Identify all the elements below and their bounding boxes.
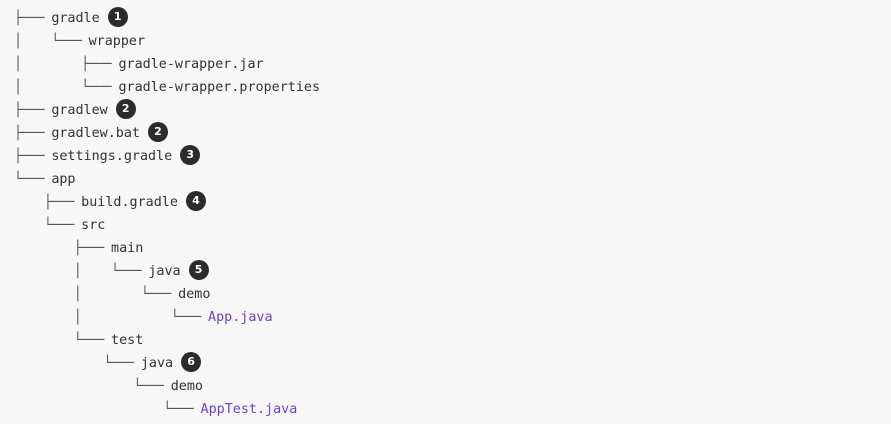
tree-row: ├─── settings.gradle 3: [14, 145, 201, 168]
file-name: gradle-wrapper.properties: [118, 80, 321, 95]
tree-row: │ └─── wrapper: [14, 30, 145, 53]
tree-branch-connector: ├───: [14, 126, 52, 141]
directory-name: gradle: [51, 11, 100, 26]
tree-row: └─── src: [14, 214, 106, 237]
tree-branch-connector: ├───: [14, 241, 112, 256]
directory-name: wrapper: [88, 34, 146, 49]
tree-row: ├─── gradle 1: [14, 7, 128, 30]
callout-number-badge: 3: [180, 145, 201, 165]
file-name: gradlew.bat: [51, 126, 140, 141]
tree-branch-connector: └───: [14, 218, 82, 233]
tree-branch-connector: ├───: [14, 11, 52, 26]
tree-row: └─── app: [14, 168, 76, 191]
tree-branch-connector: │ └───: [14, 264, 149, 279]
directory-name: test: [111, 333, 144, 348]
file-name: settings.gradle: [51, 149, 173, 164]
directory-name: demo: [178, 287, 211, 302]
tree-branch-connector: └───: [14, 333, 112, 348]
tree-branch-connector: │ └───: [14, 34, 89, 49]
file-name: build.gradle: [81, 195, 178, 210]
callout-number-badge: 4: [185, 191, 206, 211]
tree-row: ├─── main: [14, 237, 144, 260]
tree-row: └─── java 6: [14, 352, 202, 375]
file-name: AppTest.java: [200, 402, 298, 417]
callout-number-badge: 1: [107, 7, 128, 27]
directory-name: app: [51, 172, 76, 187]
tree-branch-connector: └───: [14, 402, 201, 417]
file-name: gradle-wrapper.jar: [118, 57, 264, 72]
tree-row: ├─── build.gradle 4: [14, 191, 206, 214]
tree-branch-connector: │ └───: [14, 287, 179, 302]
directory-name: java: [148, 264, 181, 279]
tree-row: ├─── gradlew 2: [14, 99, 136, 122]
project-file-tree: ├─── gradle 1 │ └─── wrapper │ ├─── gradle-…: [0, 0, 891, 424]
tree-row: │ └─── gradle-wrapper.properties: [14, 76, 320, 99]
tree-row: │ └─── demo: [14, 283, 211, 306]
tree-row: │ └─── java 5: [14, 260, 209, 283]
tree-row: │ └─── App.java: [14, 306, 273, 329]
tree-branch-connector: └───: [14, 172, 52, 187]
tree-branch-connector: └───: [14, 379, 171, 394]
tree-branch-connector: │ └───: [14, 80, 119, 95]
tree-branch-connector: │ └───: [14, 310, 209, 325]
tree-row: ├─── gradlew.bat 2: [14, 122, 168, 145]
tree-row: │ ├─── gradle-wrapper.jar: [14, 53, 264, 76]
tree-branch-connector: └───: [14, 356, 141, 371]
file-name: gradlew: [51, 103, 108, 118]
callout-number-badge: 2: [115, 99, 136, 119]
file-name: App.java: [208, 310, 273, 325]
tree-branch-connector: ├───: [14, 149, 52, 164]
callout-number-badge: 6: [181, 352, 202, 372]
tree-row: └─── demo: [14, 375, 203, 398]
tree-row: └─── AppTest.java: [14, 398, 297, 421]
tree-row: └─── test: [14, 329, 144, 352]
callout-number-badge: 2: [148, 122, 168, 142]
tree-branch-connector: ├───: [14, 195, 82, 210]
directory-name: main: [111, 241, 144, 256]
tree-branch-connector: ├───: [14, 103, 52, 118]
directory-name: java: [140, 356, 174, 371]
directory-name: demo: [170, 379, 203, 394]
callout-number-badge: 5: [188, 260, 209, 280]
directory-name: src: [81, 218, 106, 233]
tree-branch-connector: │ ├───: [14, 57, 119, 72]
